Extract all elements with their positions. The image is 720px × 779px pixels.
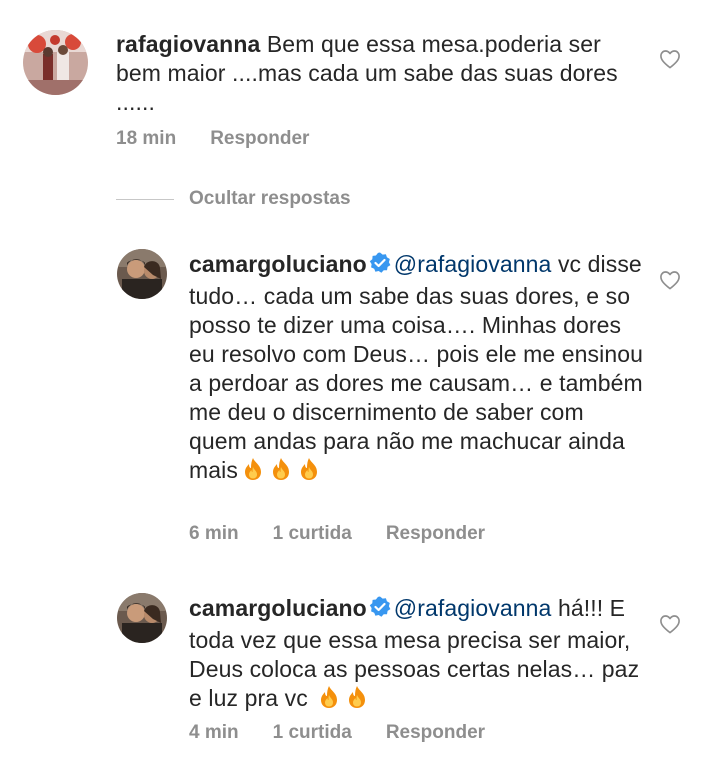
avatar-rafagiovanna[interactable] xyxy=(23,30,88,95)
verified-badge-icon xyxy=(368,251,392,282)
avatar-camargoluciano[interactable] xyxy=(117,593,167,643)
comment-2-text: camargoluciano @rafagiovanna vc disse tud… xyxy=(189,250,644,489)
comment-2-body: vc disse tudo… cada um sabe das suas dor… xyxy=(189,251,644,483)
avatar-camargoluciano[interactable] xyxy=(117,249,167,299)
comment-3-like-heart-icon[interactable] xyxy=(659,614,681,639)
fire-emoji-icon xyxy=(268,456,294,489)
comment-2-reply-button[interactable]: Responder xyxy=(386,523,485,544)
comment-2-mention[interactable]: @rafagiovanna xyxy=(394,251,552,277)
comment-1-reply-button[interactable]: Responder xyxy=(210,128,309,149)
comment-3-likes[interactable]: 1 curtida xyxy=(273,722,352,743)
comment-3-text: camargoluciano @rafagiovanna há!!! E toda… xyxy=(189,594,644,717)
comment-1-time: 18 min xyxy=(116,128,177,149)
hide-replies-button[interactable]: Ocultar respostas xyxy=(189,188,351,210)
comment-2-likes[interactable]: 1 curtida xyxy=(273,523,352,544)
comment-3-time: 4 min xyxy=(189,722,239,743)
comment-2-meta: 6 min 1 curtida Responder xyxy=(189,523,519,545)
comment-1-text: rafagiovanna Bem que essa mesa.poderia s… xyxy=(116,30,636,117)
hide-replies-line xyxy=(116,199,174,200)
comment-3-reply-button[interactable]: Responder xyxy=(386,722,485,743)
comment-1-username[interactable]: rafagiovanna xyxy=(116,31,260,57)
comment-3-mention[interactable]: @rafagiovanna xyxy=(394,595,552,621)
comment-3-username[interactable]: camargoluciano xyxy=(189,595,367,621)
fire-emoji-icon xyxy=(240,456,266,489)
fire-emoji-icon xyxy=(344,684,370,717)
comment-2-time: 6 min xyxy=(189,523,239,544)
verified-badge-icon xyxy=(368,595,392,626)
comment-1-meta: 18 min Responder xyxy=(116,128,343,150)
comment-2-like-heart-icon[interactable] xyxy=(659,270,681,295)
comment-3-meta: 4 min 1 curtida Responder xyxy=(189,722,519,744)
fire-emoji-icon xyxy=(316,684,342,717)
fire-emoji-icon xyxy=(296,456,322,489)
comment-1-like-heart-icon[interactable] xyxy=(659,49,681,74)
comment-2-username[interactable]: camargoluciano xyxy=(189,251,367,277)
